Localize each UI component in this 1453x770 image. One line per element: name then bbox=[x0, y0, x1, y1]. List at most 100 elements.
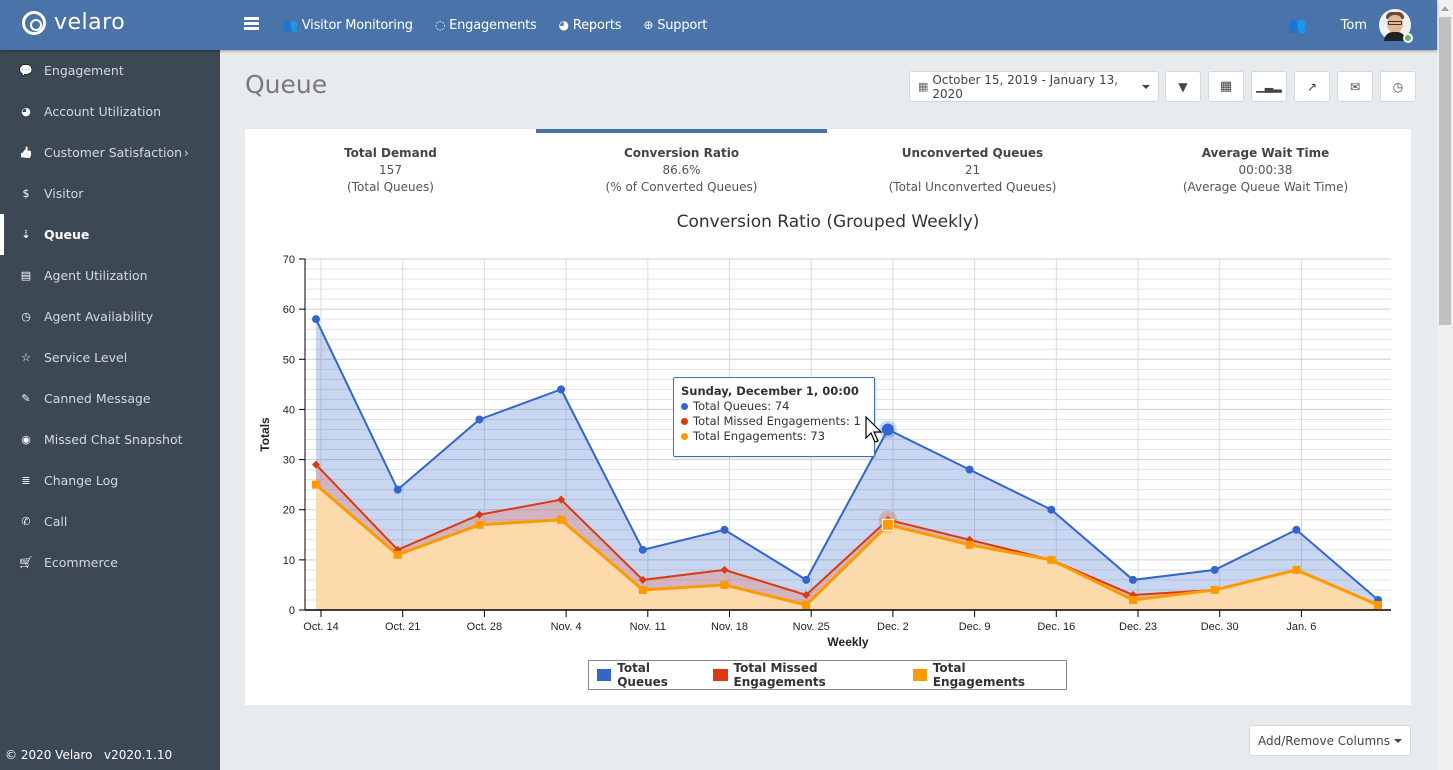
scrollbar-thumb[interactable] bbox=[1439, 17, 1451, 325]
bar-chart-icon: ▁▃▂ bbox=[1256, 80, 1282, 93]
sidebar-item-service-level[interactable]: ☆ Service Level bbox=[0, 337, 220, 378]
add-remove-columns-button[interactable]: Add/Remove Columns bbox=[1249, 725, 1411, 756]
sidebar-item-label: Queue bbox=[44, 227, 90, 242]
nav-support[interactable]: ⊕ Support bbox=[643, 18, 707, 33]
legend-swatch bbox=[597, 669, 612, 681]
x-tick-label: Dec. 30 bbox=[1201, 621, 1239, 633]
x-tick-label: Oct. 14 bbox=[303, 621, 338, 633]
user-name[interactable]: Tom bbox=[1341, 18, 1367, 33]
sidebar-item-visitor[interactable]: $ Visitor bbox=[0, 173, 220, 214]
chevron-right-icon: › bbox=[184, 145, 189, 160]
grid-icon: ▦ bbox=[1219, 79, 1233, 94]
x-tick-label: Nov. 25 bbox=[793, 621, 830, 633]
cart-icon: 🛒 bbox=[19, 556, 33, 569]
data-point-total-engagements bbox=[312, 480, 320, 489]
dollar-icon: $ bbox=[22, 187, 30, 200]
sort-icon: ⇣ bbox=[21, 228, 31, 241]
sidebar-item-queue[interactable]: ⇣ Queue bbox=[0, 214, 220, 255]
sidebar-item-canned-message[interactable]: ✎ Canned Message bbox=[0, 378, 220, 419]
edit-icon: ✎ bbox=[21, 392, 31, 405]
data-point-total-queues bbox=[475, 415, 484, 424]
sidebar-item-ecommerce[interactable]: 🛒 Ecommerce bbox=[0, 542, 220, 583]
data-point-total-engagements bbox=[1129, 595, 1137, 604]
schedule-button[interactable]: ◷ bbox=[1380, 71, 1416, 102]
avatar-glasses bbox=[1388, 21, 1402, 25]
filter-button[interactable]: ▼ bbox=[1165, 71, 1201, 102]
user-area: 👥 Tom bbox=[1288, 0, 1413, 50]
data-point-total-queues bbox=[638, 545, 647, 554]
data-point-total-queues bbox=[393, 485, 402, 494]
envelope-icon: ✉ bbox=[1349, 79, 1361, 94]
page-scrollbar[interactable] bbox=[1437, 0, 1453, 770]
grid-view-button[interactable]: ▦ bbox=[1208, 71, 1244, 102]
report-toolbar: ▦ October 15, 2019 - January 13, 2020 ▼ … bbox=[909, 71, 1423, 102]
date-range-picker[interactable]: ▦ October 15, 2019 - January 13, 2020 bbox=[909, 71, 1159, 102]
sidebar-item-label: Call bbox=[44, 514, 68, 529]
tooltip-title: Sunday, December 1, 00:00 bbox=[681, 384, 859, 398]
data-point-total-queues bbox=[1210, 565, 1219, 574]
sidebar-item-label: Canned Message bbox=[44, 391, 151, 406]
y-axis-title: Totals bbox=[258, 417, 272, 452]
clock-icon: ◷ bbox=[21, 310, 31, 323]
nav-label: Support bbox=[657, 17, 708, 33]
legend-total-missed-engagements[interactable]: Total Missed Engagements bbox=[713, 661, 894, 689]
sidebar-item-account-utilization[interactable]: ◕ Account Utilization bbox=[0, 91, 220, 132]
nav-visitor-monitoring[interactable]: 👥 Visitor Monitoring bbox=[283, 18, 413, 33]
sidebar-item-customer-satisfaction[interactable]: 👍 Customer Satisfaction › bbox=[0, 132, 220, 173]
hamburger-icon-bar bbox=[244, 22, 259, 25]
avatar[interactable] bbox=[1379, 9, 1413, 43]
sidebar-item-label: Ecommerce bbox=[44, 555, 118, 570]
sidebar-menu: 💬 Engagement ◕ Account Utilization 👍 Customer… bbox=[0, 50, 220, 583]
y-tick-label: 0 bbox=[289, 605, 295, 617]
comment-icon: 💬 bbox=[19, 64, 33, 77]
y-tick-label: 20 bbox=[283, 505, 295, 517]
share-icon: ↗ bbox=[1306, 79, 1318, 94]
scroll-up-arrow-icon[interactable] bbox=[1441, 6, 1449, 11]
data-point-total-queues bbox=[557, 385, 566, 394]
data-point-total-engagements bbox=[1292, 565, 1301, 574]
hamburger-icon-bar bbox=[244, 27, 259, 30]
sidebar-item-change-log[interactable]: ≣ Change Log bbox=[0, 460, 220, 501]
life-ring-icon: ⊕ bbox=[643, 18, 654, 32]
top-nav: 👥 Visitor Monitoring ◌ Engagements ◕ Rep… bbox=[283, 0, 729, 50]
chart-tooltip: Sunday, December 1, 00:00 Total Queues: … bbox=[673, 377, 875, 457]
sidebar-item-agent-utilization[interactable]: ▤ Agent Utilization bbox=[0, 255, 220, 296]
phone-icon: ✆ bbox=[21, 515, 31, 528]
brand-name: velaro bbox=[54, 10, 126, 35]
sidebar-item-call[interactable]: ✆ Call bbox=[0, 501, 220, 542]
sidebar-item-missed-chat-snapshot[interactable]: ◉ Missed Chat Snapshot bbox=[0, 419, 220, 460]
menu-toggle-button[interactable] bbox=[244, 17, 259, 31]
sidebar-item-agent-availability[interactable]: ◷ Agent Availability bbox=[0, 296, 220, 337]
users-icon: 👥 bbox=[283, 18, 298, 32]
data-point-total-queues bbox=[965, 465, 974, 474]
chart-view-button[interactable]: ▁▃▂ bbox=[1251, 71, 1287, 102]
legend-swatch bbox=[713, 669, 728, 681]
comment-icon: ◌ bbox=[434, 18, 446, 32]
x-tick-label: Dec. 9 bbox=[959, 621, 991, 633]
sidebar-item-label: Change Log bbox=[44, 473, 119, 488]
tooltip-row: Total Queues: 74 bbox=[681, 399, 867, 414]
sidebar-item-label: Agent Availability bbox=[44, 309, 154, 324]
calendar-icon: ▦ bbox=[918, 80, 929, 93]
x-tick-label: Nov. 4 bbox=[551, 621, 582, 633]
x-tick-label: Oct. 21 bbox=[385, 621, 420, 633]
team-users-icon[interactable]: 👥 bbox=[1288, 16, 1307, 34]
report-panel: Total Demand 157 (Total Queues) Conversi… bbox=[245, 129, 1411, 705]
data-point-total-queues bbox=[312, 315, 320, 324]
nav-engagements[interactable]: ◌ Engagements bbox=[435, 18, 537, 33]
star-icon: ☆ bbox=[21, 351, 31, 364]
data-point-total-queues bbox=[720, 525, 729, 534]
sidebar-item-engagement[interactable]: 💬 Engagement bbox=[0, 50, 220, 91]
series-dot-icon bbox=[681, 418, 688, 425]
data-point-total-engagements bbox=[475, 520, 484, 529]
legend-total-queues[interactable]: Total Queues bbox=[597, 661, 695, 689]
velaro-logo[interactable]: velaro bbox=[22, 10, 125, 35]
legend-label: Total Missed Engagements bbox=[733, 661, 826, 689]
database-icon: ≣ bbox=[21, 474, 31, 487]
email-button[interactable]: ✉ bbox=[1337, 71, 1373, 102]
sidebar: 💬 Engagement ◕ Account Utilization 👍 Customer… bbox=[0, 50, 220, 770]
nav-reports[interactable]: ◕ Reports bbox=[559, 18, 622, 33]
share-button[interactable]: ↗ bbox=[1294, 71, 1330, 102]
nav-label: Reports bbox=[572, 17, 622, 33]
legend-total-engagements[interactable]: Total Engagements bbox=[912, 661, 1048, 689]
